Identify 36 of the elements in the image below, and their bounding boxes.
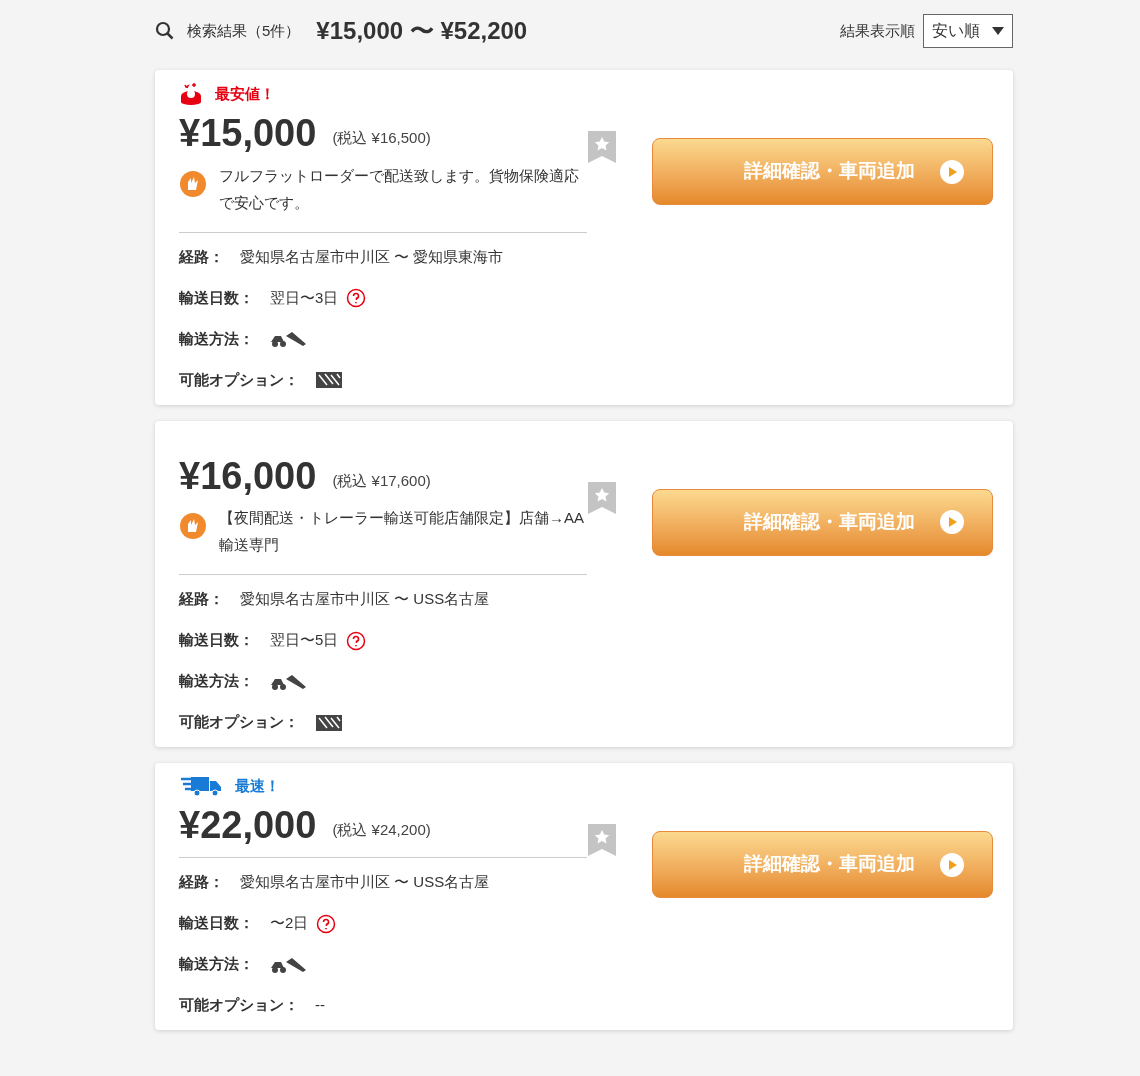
carrier-comment: フルフラットローダーで配送致します。貨物保険適応で安心です。	[219, 165, 580, 213]
badge-label: 最安値！	[215, 83, 275, 104]
field-value: 愛知県名古屋市中川区 〜 愛知県東海市	[240, 246, 504, 267]
field-value: 愛知県名古屋市中川区 〜 USS名古屋	[240, 872, 490, 893]
tax-price: (税込 ¥24,200)	[332, 819, 431, 840]
price: ¥15,000	[179, 111, 317, 156]
field-label: 経路：	[179, 589, 224, 610]
field-value: 〜2日	[270, 913, 309, 934]
field-label: 輸送方法：	[179, 671, 254, 692]
field-label: 輸送日数：	[179, 287, 254, 308]
tax-price: (税込 ¥16,500)	[332, 128, 431, 148]
details-button[interactable]: 詳細確認・車両追加	[652, 138, 993, 205]
field-label: 輸送日数：	[179, 913, 254, 934]
field-label: 可能オプション：	[179, 712, 299, 733]
field-label: 経路：	[179, 246, 224, 267]
details-button[interactable]: 詳細確認・車両追加	[652, 488, 993, 556]
field-value: 翌日〜3日	[270, 287, 339, 308]
tax-price: (税込 ¥17,600)	[332, 470, 431, 491]
field-label: 輸送方法：	[179, 954, 254, 975]
price: ¥16,000	[179, 453, 317, 499]
carrier-comment: 【夜間配送・トレーラー輸送可能店舗限定】店舗→AA輸送専門	[219, 508, 585, 555]
badge-label: 最速！	[235, 776, 280, 796]
field-value: 翌日〜5日	[270, 630, 339, 651]
field-label: 可能オプション：	[179, 369, 299, 390]
field-label: 可能オプション：	[179, 995, 299, 1016]
price: ¥22,000	[179, 802, 317, 848]
sort-dropdown[interactable]: 安い順	[923, 14, 1013, 48]
field-value: --	[315, 995, 325, 1016]
sort-label: 結果表示順	[840, 20, 915, 41]
details-button[interactable]: 詳細確認・車両追加	[652, 831, 993, 898]
price-range: ¥15,000 〜 ¥52,200	[316, 16, 528, 46]
result-count: 検索結果（5件）	[187, 20, 301, 41]
field-label: 経路：	[179, 872, 224, 893]
field-label: 輸送方法：	[179, 328, 254, 349]
field-value: 愛知県名古屋市中川区 〜 USS名古屋	[240, 589, 490, 610]
field-label: 輸送日数：	[179, 630, 254, 651]
